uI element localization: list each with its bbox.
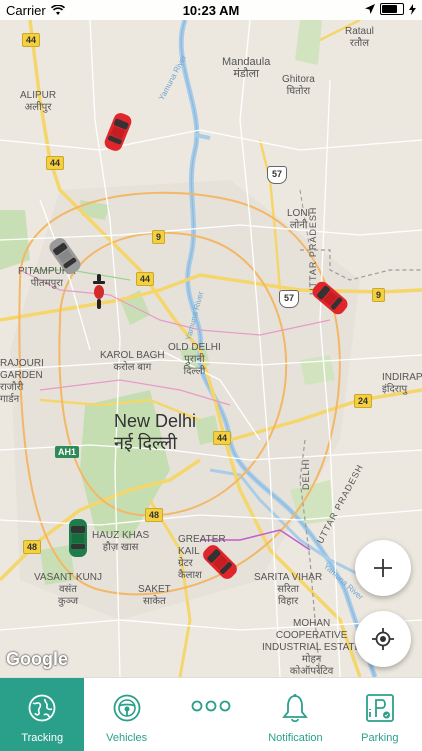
place-name: GREATER [178,534,226,545]
road-shield: 44 [136,272,155,286]
place-name: RAJOURI [0,358,44,369]
tab-icon-wrap [281,692,309,724]
place-name: Rataul [345,26,374,37]
tab-parking[interactable]: Parking [338,678,422,751]
steering-wheel-icon [113,694,141,722]
parking-icon [365,694,394,722]
place-label-mandaula: Mandaula मंडौला [222,56,270,80]
road-shield-asian-highway: AH1 [55,446,80,458]
place-name-local: इंदिरापु [382,384,408,395]
google-attribution: Google [6,649,68,669]
place-name-local: गार्डन [0,394,20,405]
place-label-karol-bagh: KAROL BAGH करोल बाग [100,350,165,374]
national-highway-shield: 57 [279,290,299,308]
place-name-local: राजौरी [0,382,24,393]
city-name: New Delhi [114,411,197,431]
tab-icon-wrap [190,692,232,720]
place-name-local: अलीपुर [24,102,52,113]
place-name: INDUSTRIAL ESTATE [262,642,362,653]
place-name: GARDEN [0,370,43,381]
road-shield: 44 [46,156,65,170]
place-name: OLD DELHI [168,342,221,353]
tab-bar: Tracking Vehicles Notification Parking [0,677,422,751]
place-name-local: घितोरा [286,86,311,97]
place-name: MOHAN [293,618,331,629]
place-name: Mandaula [222,56,271,68]
tab-label: Notification [268,732,323,744]
more-dots-icon [191,700,231,712]
place-name: COOPERATIVE [275,630,348,641]
place-name-local: हौज़ खास [102,542,139,553]
place-label-old-delhi: OLD DELHI पुरानी दिल्ली [168,342,221,378]
battery-icon [380,3,404,15]
my-location-button[interactable] [355,611,411,667]
zoom-in-button[interactable] [355,540,411,596]
place-name-local: वसंत [58,584,77,595]
place-label-sarita-vihar: SARITA VIHAR सरिता विहार [254,572,322,608]
battery-level [382,5,398,13]
tab-tracking[interactable]: Tracking [0,678,85,751]
place-name: SAKET [138,584,171,595]
place-name-local: मंडौला [233,68,259,80]
tab-label: Tracking [21,732,64,744]
place-label-alipur: ALIPUR अलीपुर [20,90,56,114]
road-shield: 44 [22,33,41,47]
place-name: Ghitora [282,74,315,85]
place-name: ALIPUR [20,90,57,101]
charging-icon [409,3,416,15]
place-label-indirapuram: INDIRAPU इंदिरापु [382,372,422,396]
location-arrow-icon [365,4,375,14]
national-highway-shield: 57 [267,166,287,184]
tab-icon-wrap [112,692,142,724]
place-label-delhi: DELHI [301,458,311,490]
tab-icon-wrap [365,692,395,724]
road-shield: 9 [372,288,386,302]
place-name: HAUZ KHAS [92,530,150,541]
place-name-local: साकेत [143,596,166,607]
road-shield: 48 [23,540,42,554]
road-shield: 48 [145,508,164,522]
plus-icon [374,559,392,577]
place-label-ghitora: Ghitora घितोरा [282,74,315,98]
status-right [365,3,416,15]
crosshair-icon [372,628,394,650]
place-label-saket: SAKET साकेत [138,584,171,608]
tab-icon-wrap [27,692,57,724]
place-name: INDIRAPU [382,372,422,383]
place-name-local: कोऑपरेटिव [289,666,334,677]
place-name-local: विहार [278,596,299,607]
status-bar: Carrier 10:23 AM [0,0,422,20]
place-name-local: रतौल [349,38,370,49]
place-label-new-delhi: New Delhi नई दिल्ली [114,410,196,454]
place-label-hauz-khas: HAUZ KHAS हौज़ खास [92,530,149,554]
tab-notification[interactable]: Notification [253,678,337,751]
place-name-local: मोहन [301,654,322,665]
place-name-local: सरिता [277,584,299,595]
tab-label: Parking [361,732,399,744]
place-label-vasant-kunj: VASANT KUNJ वसंत कुञ्ज [34,572,102,608]
place-name-local: पीतमपुरा [30,278,63,289]
road-shield: 24 [354,394,373,408]
place-name: KAROL BAGH [100,350,165,361]
tab-vehicles[interactable]: Vehicles [84,678,168,751]
status-time: 10:23 AM [182,3,240,18]
city-name-local: नई दिल्ली [114,433,178,453]
place-name-local: करोल बाग [113,362,152,373]
place-name-local: पुरानी [184,354,205,365]
place-label-rataul: Rataul रतौल [345,26,374,50]
place-name: SARITA VIHAR [254,572,323,583]
bell-icon [282,694,309,723]
car-marker-green[interactable] [68,518,88,558]
tab-more[interactable] [169,678,253,751]
globe-icon [28,694,56,722]
motorbike-marker[interactable] [91,274,107,310]
road-shield: 44 [213,431,232,445]
road-shield: 9 [152,230,166,244]
place-label-mohan-cooperative: MOHAN COOPERATIVE INDUSTRIAL ESTATE मोहन… [262,618,361,677]
tab-label: Vehicles [106,732,148,744]
place-name-local: कुञ्ज [57,596,79,607]
place-label-rajouri-garden: RAJOURI GARDEN राजौरी गार्डन [0,358,44,406]
place-name: VASANT KUNJ [34,572,102,583]
place-name-local: दिल्ली [183,366,206,377]
